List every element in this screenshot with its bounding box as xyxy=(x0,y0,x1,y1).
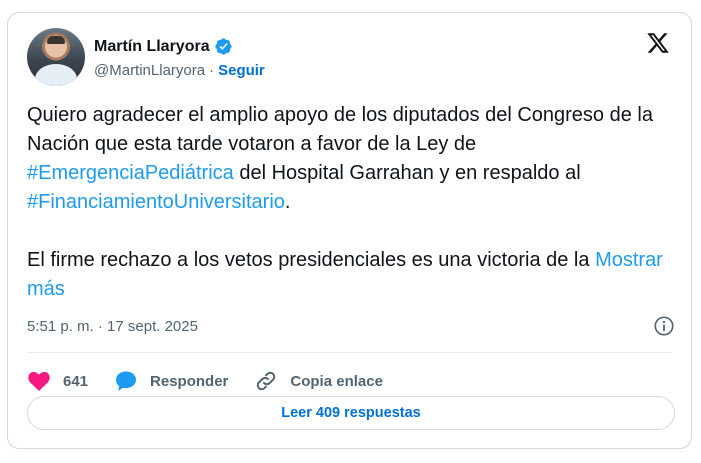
divider xyxy=(27,352,672,353)
author-header: Martín Llaryora @MartinLlaryora · Seguir xyxy=(27,28,265,86)
author-name[interactable]: Martín Llaryora xyxy=(94,38,210,56)
speech-bubble-icon xyxy=(116,371,137,391)
text-segment: Quiero agradecer el amplio apoyo de los … xyxy=(27,104,653,155)
timestamp[interactable]: 5:51 p. m. · 17 sept. 2025 xyxy=(27,318,198,335)
text-segment: . xyxy=(284,191,291,213)
copy-link-button[interactable]: Copia enlace xyxy=(254,369,383,393)
separator: · xyxy=(209,61,215,79)
x-logo-icon[interactable] xyxy=(645,31,671,55)
tweet-text: Quiero agradecer el amplio apoyo de los … xyxy=(27,101,677,304)
text-segment: El firme rechazo a los vetos presidencia… xyxy=(27,249,596,271)
handle-row: @MartinLlaryora · Seguir xyxy=(94,62,265,79)
heart-icon xyxy=(28,371,50,391)
text-segment: del Hospital Garrahan y en respaldo al xyxy=(233,162,581,184)
like-count: 641 xyxy=(63,372,89,390)
tweet-paragraph-2: El firme rechazo a los vetos presidencia… xyxy=(27,246,677,304)
read-replies-button[interactable]: Leer 409 respuestas xyxy=(27,396,675,430)
author-handle[interactable]: @MartinLlaryora xyxy=(94,62,205,79)
link-icon xyxy=(257,371,276,391)
meta-row: 5:51 p. m. · 17 sept. 2025 xyxy=(27,315,675,337)
tweet-card: Martín Llaryora @MartinLlaryora · Seguir… xyxy=(7,12,692,449)
tweet-paragraph-1: Quiero agradecer el amplio apoyo de los … xyxy=(27,101,677,217)
author-ids: Martín Llaryora @MartinLlaryora · Seguir xyxy=(94,36,265,79)
follow-button[interactable]: Seguir xyxy=(218,62,265,79)
reply-label: Responder xyxy=(150,372,229,390)
reply-button[interactable]: Responder xyxy=(114,369,228,393)
hashtag-link[interactable]: #FinanciamientoUniversitario xyxy=(27,191,285,213)
like-button[interactable]: 641 xyxy=(27,369,88,393)
info-icon[interactable] xyxy=(653,315,675,337)
avatar[interactable] xyxy=(27,28,85,86)
hashtag-link[interactable]: #EmergenciaPediátrica xyxy=(27,162,234,184)
name-row: Martín Llaryora xyxy=(94,36,265,58)
copy-link-label: Copia enlace xyxy=(290,372,383,390)
verified-badge-icon xyxy=(214,38,232,55)
